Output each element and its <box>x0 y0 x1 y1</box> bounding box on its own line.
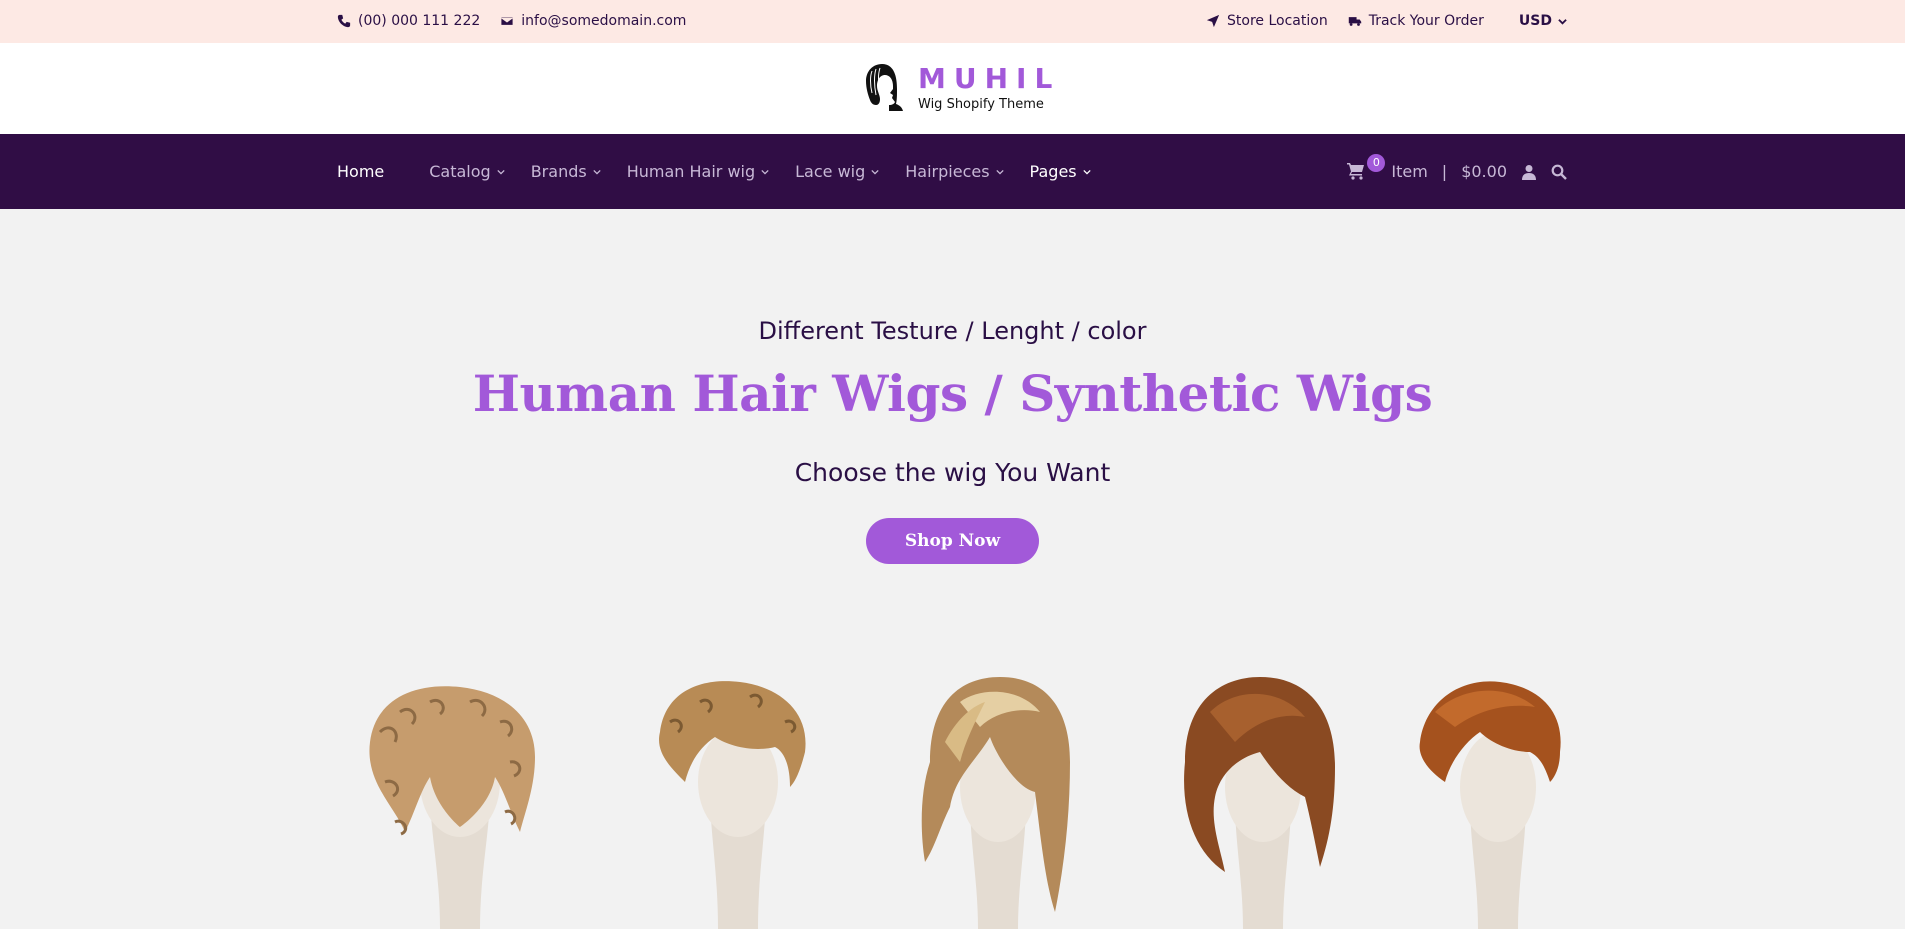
hero-banner: Different Testure / Lenght / color Human… <box>0 209 1905 929</box>
location-arrow-icon <box>1206 14 1220 28</box>
search-icon[interactable] <box>1551 164 1567 180</box>
shop-now-button[interactable]: Shop Now <box>866 518 1039 564</box>
woman-silhouette-icon <box>858 61 904 115</box>
phone-contact[interactable]: (00) 000 111 222 <box>337 13 480 29</box>
nav-item-label: Pages <box>1029 162 1077 181</box>
brand-tagline: Wig Shopify Theme <box>918 96 1044 112</box>
user-icon[interactable] <box>1521 164 1537 180</box>
nav-item-hairpieces[interactable]: Hairpieces <box>905 162 1004 181</box>
wig-showcase <box>0 672 1905 929</box>
site-header: MUHIL Wig Shopify Theme <box>0 43 1905 134</box>
curly-wig-image <box>369 686 535 929</box>
hero-subtitle: Different Testure / Lenght / color <box>758 317 1147 345</box>
chevron-down-icon <box>1082 169 1091 175</box>
nav-item-label: Catalog <box>429 162 491 181</box>
cart-total: $0.00 <box>1461 162 1507 181</box>
currency-selector[interactable]: USD <box>1519 13 1567 29</box>
nav-item-label: Human Hair wig <box>626 162 756 181</box>
main-navigation: Home Catalog Brands Human Hair wig Lace … <box>0 134 1905 209</box>
nav-item-label: Home <box>337 162 385 181</box>
shopping-cart-icon <box>1347 162 1365 180</box>
cart-separator: | <box>1441 162 1448 181</box>
store-location-label: Store Location <box>1227 13 1328 29</box>
nav-item-brands[interactable]: Brands <box>531 162 601 181</box>
track-order-link[interactable]: Track Your Order <box>1348 13 1484 29</box>
cart-count-badge: 0 <box>1367 153 1386 172</box>
hero-tagline: Choose the wig You Want <box>794 458 1111 487</box>
nav-item-label: Brands <box>530 162 587 181</box>
chevron-down-icon <box>497 169 505 175</box>
phone-number: (00) 000 111 222 <box>358 13 481 29</box>
nav-item-label: Hairpieces <box>905 162 990 181</box>
nav-item-human-hair-wig[interactable]: Human Hair wig <box>627 162 769 181</box>
hero-headline: Human Hair Wigs / Synthetic Wigs <box>472 364 1433 423</box>
nav-item-pages[interactable]: Pages <box>1030 162 1091 181</box>
short-wavy-wig-image <box>659 681 806 929</box>
auburn-bob-wig-image <box>1184 677 1335 929</box>
chevron-down-icon <box>761 169 769 175</box>
chevron-down-icon <box>1558 18 1567 25</box>
email-contact[interactable]: info@somedomain.com <box>500 13 686 29</box>
nav-item-lace-wig[interactable]: Lace wig <box>795 162 879 181</box>
chevron-down-icon <box>871 169 879 175</box>
currency-value: USD <box>1518 13 1552 29</box>
nav-item-home[interactable]: Home <box>337 162 384 181</box>
brand-name: MUHIL <box>918 61 1061 95</box>
track-order-label: Track Your Order <box>1368 13 1484 29</box>
cart-button[interactable]: 0 <box>1347 153 1386 182</box>
cart-item-label: Item <box>1391 162 1428 181</box>
email-address: info@somedomain.com <box>521 13 687 29</box>
truck-icon <box>1348 17 1361 26</box>
straight-blonde-wig-image <box>921 677 1070 929</box>
envelope-icon <box>500 16 514 26</box>
chevron-down-icon <box>593 169 601 175</box>
phone-icon <box>337 14 351 28</box>
nav-item-label: Lace wig <box>795 162 866 181</box>
chevron-down-icon <box>995 169 1004 175</box>
brand-text: MUHIL Wig Shopify Theme <box>918 61 1061 112</box>
store-location-link[interactable]: Store Location <box>1206 13 1328 29</box>
nav-item-catalog[interactable]: Catalog <box>429 162 505 181</box>
short-red-wig-image <box>1419 681 1561 929</box>
top-bar: (00) 000 111 222 info@somedomain.com Sto… <box>0 0 1905 43</box>
brand-logo[interactable]: MUHIL Wig Shopify Theme <box>858 61 1060 115</box>
